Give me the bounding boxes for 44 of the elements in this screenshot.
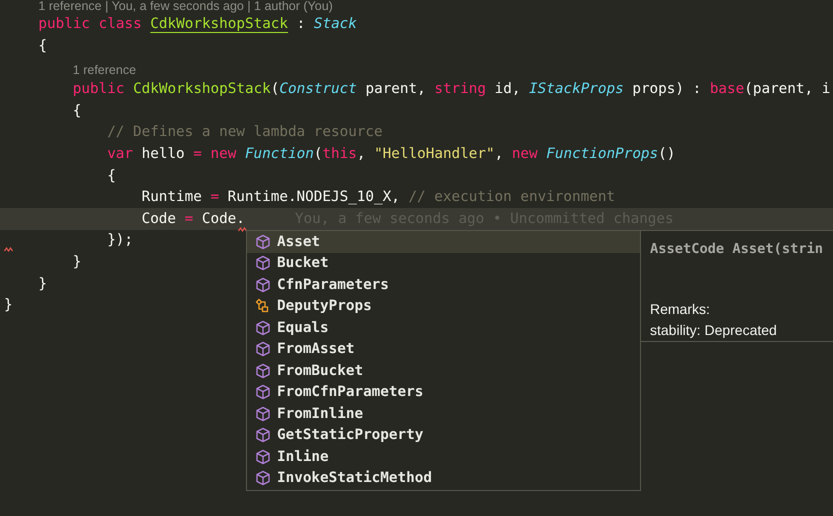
suggestion-item[interactable]: DeputyProps <box>247 296 640 317</box>
cube-icon <box>255 276 271 293</box>
suggestion-item[interactable]: Bucket <box>247 252 640 274</box>
remarks-text: Remarks: <box>650 300 711 319</box>
remarks-text: stability: Deprecated <box>650 321 778 340</box>
code-line: } <box>4 297 13 314</box>
codelens-text[interactable]: 1 reference <box>72 63 136 78</box>
cube-icon <box>255 406 271 422</box>
error-squiggle-icon <box>4 247 13 252</box>
cube-icon <box>255 362 271 379</box>
code-line: public class CdkWorkshopStack : Stack <box>38 16 357 32</box>
code-line: var hello = new Function(this, "HelloHandler", new FunctionProps() <box>107 146 676 162</box>
codelens-text[interactable]: 1 reference | You, a few seconds ago | 1 author (You) <box>38 0 333 14</box>
code-line: { <box>38 38 47 54</box>
structure-icon <box>255 298 271 314</box>
code-line: public CdkWorkshopStack(Construct parent, string id, IStackProps props) : base(parent, i <box>72 81 830 98</box>
code-line: Runtime = Runtime.NODEJS_10_X, // execution environment <box>142 189 616 206</box>
signature-text: AssetCode Asset(strin <box>650 241 824 257</box>
suggestion-item[interactable]: Equals <box>247 317 640 338</box>
code-line: } <box>72 254 82 270</box>
suggestion-item[interactable]: InvokeStaticMethod <box>247 468 640 489</box>
error-squiggle-icon <box>238 227 247 232</box>
cube-icon <box>255 448 271 465</box>
code-line: { <box>107 168 116 184</box>
code-line: } <box>38 276 47 292</box>
cube-icon <box>255 470 271 486</box>
code-line: }); <box>107 232 134 248</box>
code-line: { <box>72 102 82 119</box>
cube-icon <box>255 255 271 272</box>
cube-icon <box>255 234 271 250</box>
cube-icon <box>255 320 271 336</box>
cube-icon <box>255 427 271 444</box>
suggestion-item[interactable]: Inline <box>247 446 640 468</box>
suggestion-item[interactable]: FromBucket <box>247 360 640 382</box>
suggestion-item[interactable]: FromCfnParameters <box>247 382 640 403</box>
code-line: Code = Code. <box>142 210 245 227</box>
suggestion-item[interactable]: FromInline <box>247 403 640 424</box>
suggestion-item[interactable]: Asset <box>247 231 640 252</box>
code-line: // Defines a new lambda resource <box>107 124 383 140</box>
cube-icon <box>255 341 271 358</box>
cube-icon <box>255 384 271 400</box>
suggestion-item[interactable]: CfnParameters <box>247 274 640 296</box>
suggestion-item[interactable]: GetStaticProperty <box>247 424 640 446</box>
suggestion-item[interactable]: FromAsset <box>247 338 640 360</box>
